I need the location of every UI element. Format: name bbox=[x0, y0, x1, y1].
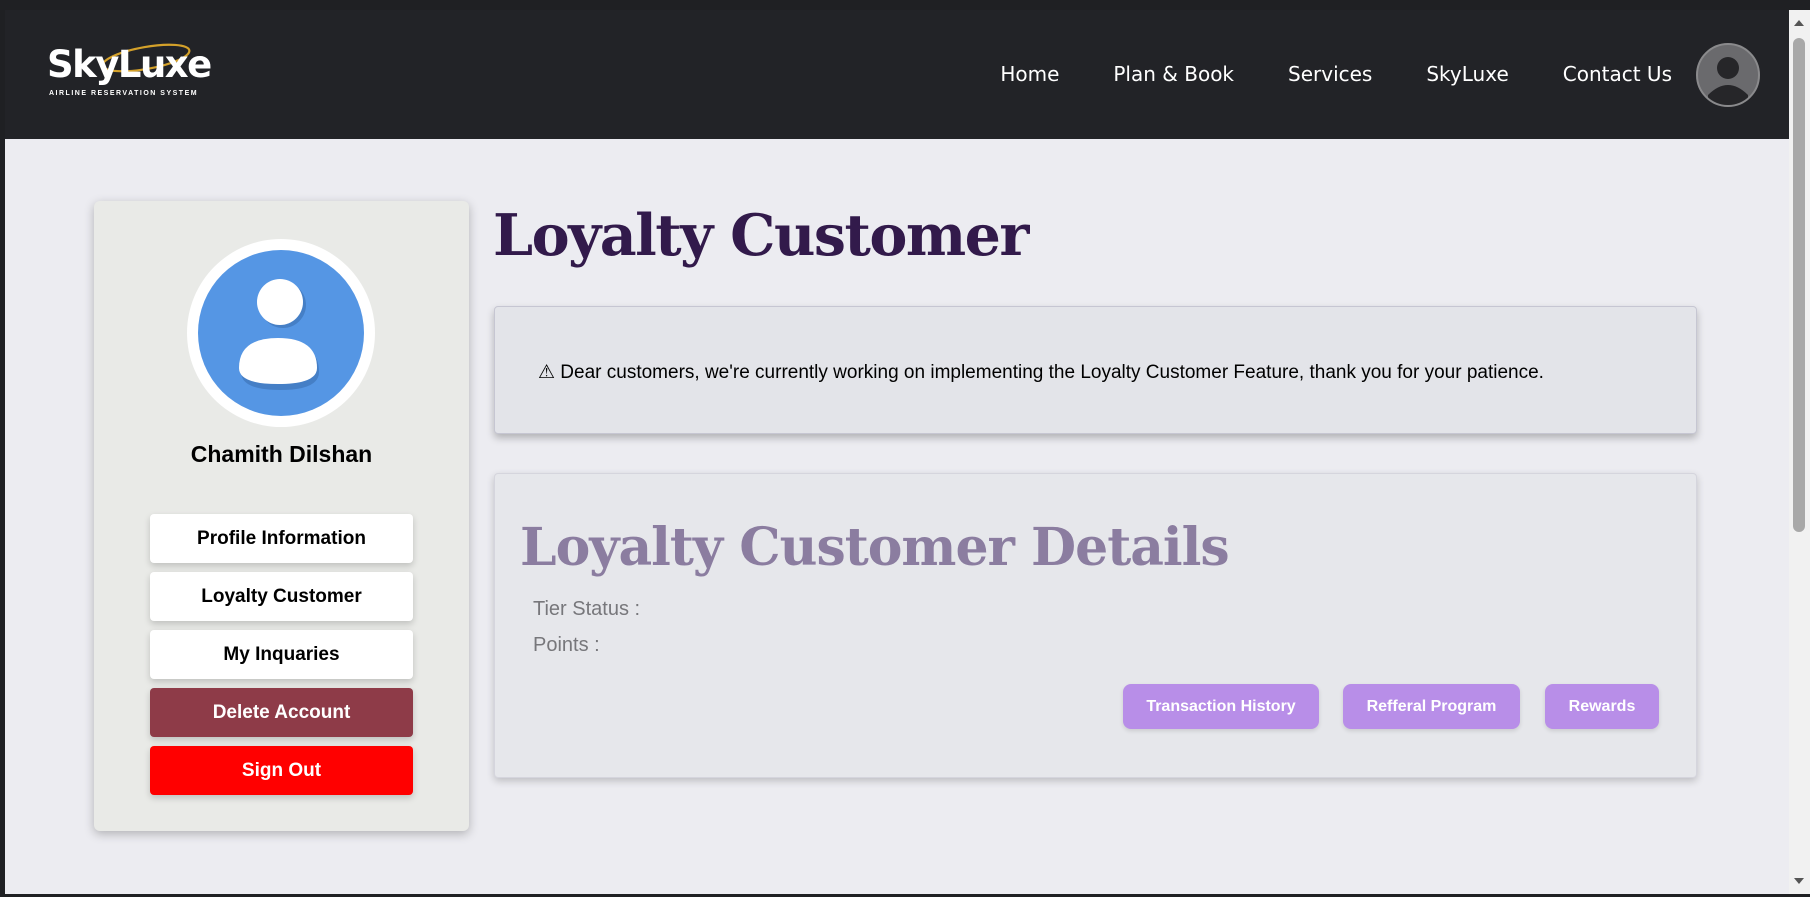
logo-tagline: AIRLINE RESERVATION SYSTEM bbox=[49, 90, 199, 97]
profile-picture bbox=[187, 239, 375, 427]
scrollbar-thumb[interactable] bbox=[1793, 38, 1805, 532]
my-inquiries-button[interactable]: My Inquaries bbox=[150, 630, 413, 679]
page-frame: SkyLuxe AIRLINE RESERVATION SYSTEM Home … bbox=[5, 10, 1789, 894]
loyalty-details-card: Loyalty Customer Details Tier Status : P… bbox=[494, 473, 1697, 778]
nav-plan-book[interactable]: Plan & Book bbox=[1113, 62, 1234, 86]
page-scrollbar[interactable] bbox=[1789, 10, 1810, 894]
user-silhouette-icon bbox=[198, 250, 364, 416]
logo-text: SkyLuxe bbox=[47, 43, 212, 86]
tier-status-label: Tier Status : bbox=[533, 598, 641, 620]
rewards-button[interactable]: Rewards bbox=[1545, 684, 1659, 729]
loyalty-customer-button[interactable]: Loyalty Customer bbox=[150, 572, 413, 621]
notice-text: ⚠ Dear customers, we're currently workin… bbox=[538, 362, 1544, 383]
user-avatar-icon[interactable] bbox=[1696, 43, 1760, 107]
transaction-history-button[interactable]: Transaction History bbox=[1123, 684, 1319, 729]
notice-banner: ⚠ Dear customers, we're currently workin… bbox=[494, 306, 1697, 434]
nav-skyluxe[interactable]: SkyLuxe bbox=[1426, 62, 1508, 86]
referral-program-button[interactable]: Refferal Program bbox=[1343, 684, 1520, 729]
points-label: Points : bbox=[533, 634, 600, 656]
nav-home[interactable]: Home bbox=[1000, 62, 1059, 86]
main-nav: Home Plan & Book Services SkyLuxe Contac… bbox=[1000, 62, 1672, 86]
user-name: Chamith Dilshan bbox=[190, 441, 373, 467]
profile-sidebar: Chamith Dilshan Profile Information Loya… bbox=[94, 201, 469, 831]
scroll-up-icon[interactable] bbox=[1794, 20, 1804, 26]
page-title: Loyalty Customer bbox=[493, 202, 1029, 269]
scroll-down-icon[interactable] bbox=[1794, 878, 1804, 884]
skyluxe-logo[interactable]: SkyLuxe AIRLINE RESERVATION SYSTEM bbox=[43, 40, 213, 110]
delete-account-button[interactable]: Delete Account bbox=[150, 688, 413, 737]
sign-out-button[interactable]: Sign Out bbox=[150, 746, 413, 795]
details-title: Loyalty Customer Details bbox=[520, 517, 1230, 578]
profile-information-button[interactable]: Profile Information bbox=[150, 514, 413, 563]
top-navbar: SkyLuxe AIRLINE RESERVATION SYSTEM Home … bbox=[5, 10, 1789, 139]
nav-services[interactable]: Services bbox=[1288, 62, 1372, 86]
avatar-silhouette-icon bbox=[1708, 57, 1748, 105]
nav-contact-us[interactable]: Contact Us bbox=[1563, 62, 1672, 86]
